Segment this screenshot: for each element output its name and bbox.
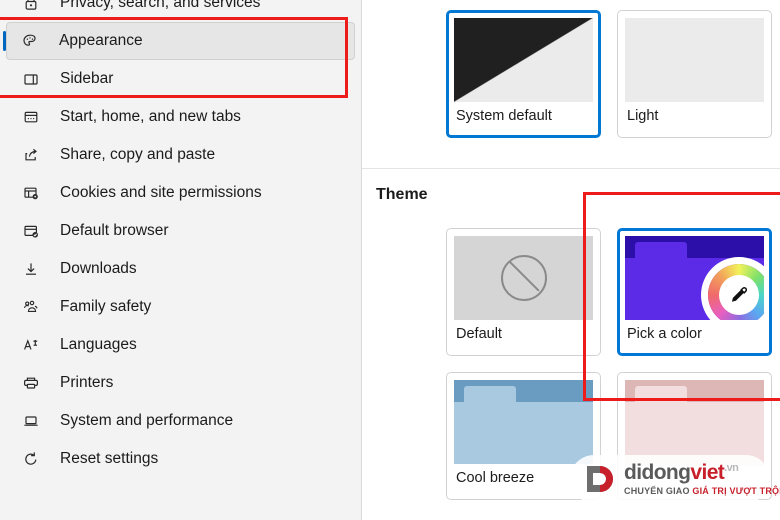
default-browser-check-icon: [20, 220, 42, 242]
preview-tab: [464, 386, 516, 402]
new-tab-page-icon: [20, 106, 42, 128]
sidebar-item-cookies-and-site-permissions[interactable]: Cookies and site permissions: [8, 174, 353, 212]
watermark-title-part2: viet: [690, 461, 725, 484]
languages-letter-icon: [20, 334, 42, 356]
no-theme-preview: [454, 236, 593, 320]
sidebar-item-downloads[interactable]: Downloads: [8, 250, 353, 288]
sidebar-item-label: Sidebar: [60, 70, 114, 87]
sidebar-item-family-safety[interactable]: Family safety: [8, 288, 353, 326]
sidebar-item-label: System and performance: [60, 412, 234, 429]
sidebar-item-label: Printers: [60, 374, 114, 391]
sidebar-item-label: Downloads: [60, 260, 137, 277]
printer-icon: [20, 372, 42, 394]
sidebar-item-start-home-and-new-tabs[interactable]: Start, home, and new tabs: [8, 98, 353, 136]
card-preview: [454, 236, 593, 320]
didongviet-logo-icon: [582, 462, 616, 496]
family-people-icon: [20, 296, 42, 318]
sidebar-item-label: Start, home, and new tabs: [60, 108, 241, 125]
watermark-subtitle-part2: GIÁ TRỊ VƯỢT TRỘI: [692, 486, 780, 496]
sidebar-item-share-copy-and-paste[interactable]: Share, copy and paste: [8, 136, 353, 174]
sidebar-item-label: Family safety: [60, 298, 152, 315]
theme-color-preview: [625, 380, 764, 466]
sidebar-item-sidebar[interactable]: Sidebar: [8, 60, 353, 98]
appearance-card-system-default[interactable]: System default: [446, 10, 601, 138]
preview-body: [454, 402, 593, 464]
theme-card-default[interactable]: Default: [446, 228, 601, 356]
card-preview: [625, 236, 764, 320]
sidebar-item-label: Appearance: [59, 32, 143, 49]
preview-tab: [635, 242, 687, 258]
card-preview: [625, 380, 764, 466]
didongviet-watermark: didongviet.vn CHUYỂN GIAO GIÁ TRỊ VƯỢT T…: [570, 455, 780, 503]
download-arrow-icon: [20, 258, 42, 280]
card-label: Default: [456, 326, 502, 342]
sidebar-item-appearance[interactable]: Appearance: [3, 22, 355, 60]
watermark-title: didongviet.vn: [624, 462, 780, 483]
card-label: Pick a color: [627, 326, 702, 342]
card-preview: [454, 18, 593, 102]
selection-indicator: [3, 31, 6, 51]
cookies-permissions-icon: [20, 182, 42, 204]
sidebar-item-default-browser[interactable]: Default browser: [8, 212, 353, 250]
sidebar-item-privacy-search-and-services[interactable]: Privacy, search, and services: [8, 0, 353, 22]
preview-tab: [635, 386, 687, 402]
watermark-title-tld: .vn: [724, 462, 739, 474]
section-divider: [362, 168, 780, 169]
sidebar-item-label: Cookies and site permissions: [60, 184, 262, 201]
theme-card-pick-a-color[interactable]: Pick a color: [617, 228, 772, 356]
card-preview: [625, 18, 764, 102]
card-preview: [454, 380, 593, 464]
no-theme-icon: [500, 255, 547, 301]
sidebar-item-label: Languages: [60, 336, 137, 353]
watermark-text: didongviet.vn CHUYỂN GIAO GIÁ TRỊ VƯỢT T…: [624, 462, 780, 496]
appearance-card-light[interactable]: Light: [617, 10, 772, 138]
watermark-title-part1: didong: [624, 461, 691, 484]
watermark-subtitle-part1: CHUYỂN GIAO: [624, 486, 693, 496]
settings-window: Privacy, search, and services Appearance: [0, 0, 780, 520]
sidebar-item-reset-settings[interactable]: Reset settings: [8, 440, 353, 478]
theme-section-title: Theme: [376, 186, 428, 203]
settings-sidebar: Privacy, search, and services Appearance: [0, 0, 362, 520]
sidebar-item-label: Default browser: [60, 222, 169, 239]
sidebar-item-label: Reset settings: [60, 450, 159, 467]
eyedropper-icon: [719, 275, 759, 315]
sidebar-item-label: Share, copy and paste: [60, 146, 216, 163]
palette-icon: [19, 30, 41, 52]
sidebar-item-label: Privacy, search, and services: [60, 0, 261, 11]
settings-nav-list: Privacy, search, and services Appearance: [0, 0, 361, 478]
watermark-subtitle: CHUYỂN GIAO GIÁ TRỊ VƯỢT TRỘI: [624, 487, 780, 496]
laptop-icon: [20, 410, 42, 432]
overall-appearance-options: System default Light: [446, 10, 772, 138]
color-wheel-badge[interactable]: [708, 264, 764, 320]
sidebar-item-system-and-performance[interactable]: System and performance: [8, 402, 353, 440]
theme-color-preview: [454, 380, 593, 464]
lock-shield-icon: [20, 0, 42, 14]
split-dark-light-preview: [454, 18, 593, 102]
card-label: Light: [627, 108, 659, 124]
share-icon: [20, 144, 42, 166]
sidebar-item-printers[interactable]: Printers: [8, 364, 353, 402]
reset-arrow-icon: [20, 448, 42, 470]
sidebar-item-languages[interactable]: Languages: [8, 326, 353, 364]
sidebar-panel-icon: [20, 68, 42, 90]
appearance-settings-panel: System default Light Theme Default Pick …: [362, 0, 780, 520]
card-label: System default: [456, 108, 552, 124]
